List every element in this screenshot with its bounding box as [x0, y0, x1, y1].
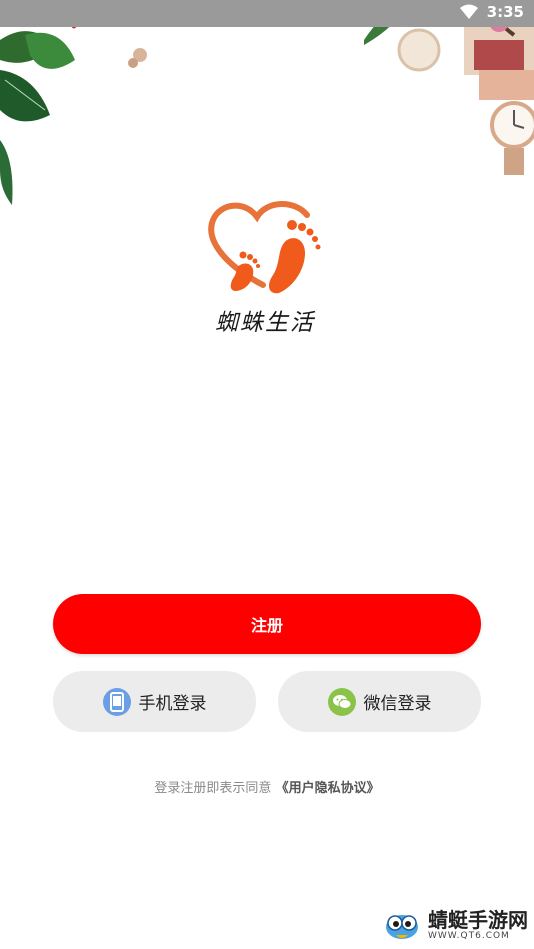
register-button[interactable]: 注册	[53, 594, 481, 654]
status-time: 3:35	[486, 3, 524, 21]
phone-login-button[interactable]: 手机登录	[53, 671, 256, 732]
phone-icon	[102, 687, 131, 716]
wifi-icon	[459, 4, 478, 19]
agreement-text: 登录注册即表示同意 《用户隐私协议》	[0, 777, 534, 796]
wechat-login-button[interactable]: 微信登录	[278, 671, 481, 732]
watermark: 蜻蜓手游网 WWW.QT6.COM	[380, 907, 528, 943]
leaf-cluster	[0, 0, 147, 205]
privacy-agreement-link[interactable]: 《用户隐私协议》	[276, 781, 380, 796]
logo-text: 蜘蛛生活	[215, 310, 315, 336]
heart-footprints-logo	[208, 201, 321, 294]
watermark-title: 蜻蜓手游网	[428, 907, 528, 932]
status-bar: 3:35	[0, 0, 534, 27]
wechat-login-label: 微信登录	[363, 694, 432, 714]
wechat-icon	[327, 687, 356, 716]
register-button-label: 注册	[250, 616, 283, 635]
app-logo: 蜘蛛生活	[195, 195, 335, 345]
watermark-url: WWW.QT6.COM	[428, 930, 510, 941]
status-right: 3:35	[459, 3, 524, 21]
watermark-text: 蜻蜓手游网 WWW.QT6.COM	[428, 910, 528, 941]
agreement-prefix: 登录注册即表示同意	[154, 781, 272, 796]
phone-login-label: 手机登录	[138, 694, 207, 714]
login-screen: 3:35 蜘蛛生活 注册 手机登录 微信登录 登录注册即表示同意 《用户隐私协议…	[0, 0, 534, 949]
decorative-leaves-image	[0, 0, 147, 205]
dragonfly-mascot-icon	[386, 915, 418, 939]
